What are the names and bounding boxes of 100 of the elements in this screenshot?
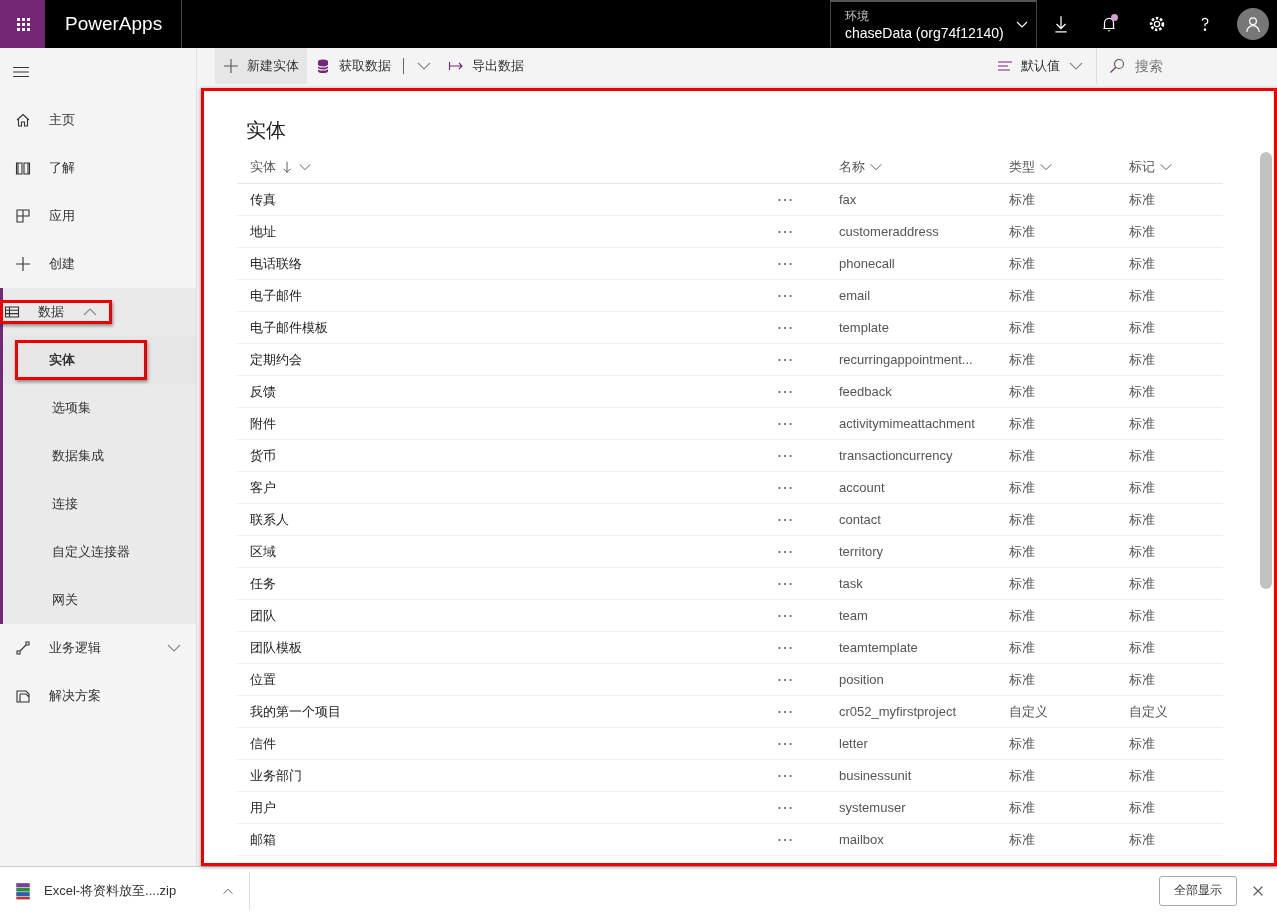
table-cell[interactable]: 反馈: [237, 382, 763, 401]
table-cell-text: 标准: [1008, 478, 1036, 497]
table-cell[interactable]: 客户: [237, 478, 763, 497]
table-cell-text: task: [838, 576, 864, 591]
table-cell[interactable]: 团队: [237, 606, 763, 625]
solution-icon: [15, 688, 31, 704]
table-cell[interactable]: 地址: [237, 222, 763, 241]
table-cell[interactable]: 区域: [237, 542, 763, 561]
table-cell-text: activitymimeattachment: [838, 416, 976, 431]
table-cell[interactable]: 信件: [237, 734, 763, 753]
table-cell[interactable]: 传真: [237, 190, 763, 209]
table-cell-text: 标准: [1128, 510, 1156, 529]
table-cell-text: 标准: [1008, 510, 1036, 529]
table-cell-text: 标准: [1128, 830, 1156, 849]
archive-icon: [14, 881, 32, 900]
table-cell-text: territory: [838, 544, 885, 559]
connector-icon: [15, 640, 31, 656]
nav-item[interactable]: 业务逻辑: [3, 624, 196, 672]
home-icon: [15, 112, 31, 128]
database-icon: [315, 58, 331, 74]
table-cell-text: 标准: [1008, 542, 1036, 561]
column-header[interactable]: 标记: [1116, 157, 1223, 176]
plus-icon: [15, 256, 31, 272]
nav-item[interactable]: 主页: [3, 96, 196, 144]
nav-subitem[interactable]: 网关: [3, 576, 196, 624]
table-cell-text: fax: [838, 192, 858, 207]
table-cell-text: customeraddress: [838, 224, 940, 239]
table-cell-text: 标准: [1128, 638, 1156, 657]
plus-icon: [223, 58, 239, 74]
table-cell-text: 标准: [1128, 766, 1156, 785]
table-cell[interactable]: 用户: [237, 798, 763, 817]
column-header[interactable]: 名称: [826, 157, 996, 176]
app-launcher-icon[interactable]: [0, 0, 45, 48]
table-cell[interactable]: 我的第一个项目: [237, 702, 763, 721]
nav-item[interactable]: 了解: [3, 144, 196, 192]
nav-item[interactable]: 创建: [3, 240, 196, 288]
table-cell[interactable]: 任务: [237, 574, 763, 593]
table-cell[interactable]: 定期约会: [237, 350, 763, 369]
table-cell-text: 标准: [1128, 542, 1156, 561]
table-cell[interactable]: 货币: [237, 446, 763, 465]
table-cell-text: account: [838, 480, 886, 495]
view-selector[interactable]: 默认值: [989, 48, 1092, 84]
table-cell[interactable]: 联系人: [237, 510, 763, 529]
table-cell-text: systemuser: [838, 800, 907, 815]
nav-subitem[interactable]: 连接: [3, 480, 196, 528]
column-header[interactable]: 实体: [237, 157, 763, 176]
table-cell[interactable]: 邮箱: [237, 830, 763, 849]
column-header[interactable]: 类型: [996, 157, 1116, 176]
table-cell-text: 标准: [1128, 798, 1156, 817]
table-icon: [4, 304, 20, 320]
table-cell[interactable]: 业务部门: [237, 766, 763, 785]
table-cell[interactable]: 附件: [237, 414, 763, 433]
nav-subitem[interactable]: 实体: [15, 340, 147, 380]
grid-icon: [15, 208, 31, 224]
table-cell-text: 标准: [1008, 190, 1036, 209]
table-cell-text: 自定义: [1008, 702, 1049, 721]
table-cell[interactable]: 团队模板: [237, 638, 763, 657]
scrollbar[interactable]: [1260, 152, 1272, 589]
table-cell-text: position: [838, 672, 885, 687]
nav-item[interactable]: 应用: [3, 192, 196, 240]
table-cell-text: 标准: [1128, 286, 1156, 305]
table-cell-text: 标准: [1128, 382, 1156, 401]
table-cell-text: 标准: [1128, 606, 1156, 625]
nav-item[interactable]: 数据: [0, 300, 112, 324]
nav-subitem[interactable]: 数据集成: [3, 432, 196, 480]
table-cell-text: team: [838, 608, 869, 623]
table-cell-text: recurringappointment...: [838, 352, 974, 367]
toolbar-button[interactable]: 新建实体: [215, 48, 307, 84]
table-cell-text: 标准: [1008, 766, 1036, 785]
toolbar-button[interactable]: 获取数据: [307, 48, 440, 84]
table-cell-text: feedback: [838, 384, 893, 399]
sort-down-icon: [280, 159, 294, 174]
table-cell-text: phonecall: [838, 256, 896, 271]
search-field[interactable]: 搜索: [1133, 57, 1247, 75]
table-cell-text: transactioncurrency: [838, 448, 954, 463]
table-cell-text: 标准: [1128, 734, 1156, 753]
table-cell-text: contact: [838, 512, 882, 527]
list-icon: [997, 58, 1013, 74]
table-cell[interactable]: 位置: [237, 670, 763, 689]
table-cell-text: template: [838, 320, 890, 335]
table-cell-text: 标准: [1008, 638, 1036, 657]
table-cell-text: 标准: [1008, 574, 1036, 593]
nav-subitem[interactable]: 选项集: [3, 384, 196, 432]
table-cell[interactable]: 电子邮件模板: [237, 318, 763, 337]
table-cell-text: 标准: [1008, 734, 1036, 753]
table-cell-text: 标准: [1008, 222, 1036, 241]
table-cell-text: 标准: [1008, 670, 1036, 689]
table-cell-text: 标准: [1128, 478, 1156, 497]
toolbar-button[interactable]: 导出数据: [440, 48, 532, 84]
page-title: 实体: [246, 118, 287, 143]
nav-item[interactable]: 解决方案: [3, 672, 196, 720]
show-all-button[interactable]: 全部显示: [1159, 875, 1237, 906]
table-cell-text: letter: [838, 736, 869, 751]
nav-subitem[interactable]: 自定义连接器: [3, 528, 196, 576]
table-cell-text: 标准: [1128, 446, 1156, 465]
table-cell[interactable]: 电子邮件: [237, 286, 763, 305]
table-cell-text: 自定义: [1128, 702, 1169, 721]
download-file-name[interactable]: Excel-将资料放至....zip: [44, 881, 209, 900]
table-cell[interactable]: 电话联络: [237, 254, 763, 273]
table-cell-text: 标准: [1008, 446, 1036, 465]
